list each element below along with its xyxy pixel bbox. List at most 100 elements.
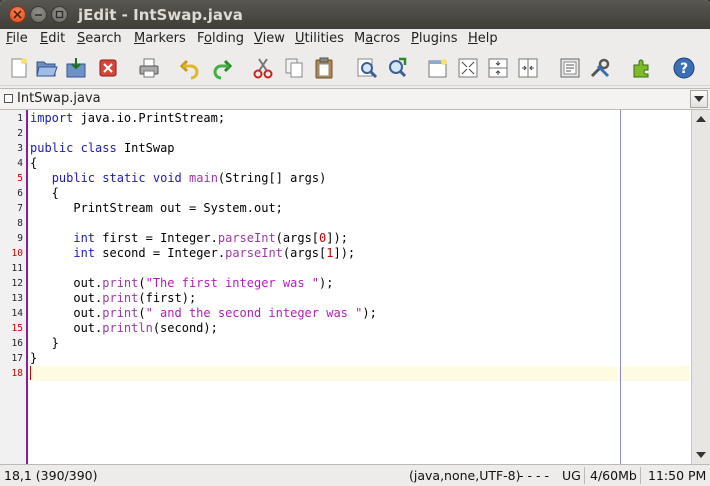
window-close-button[interactable] [9,6,26,23]
print-icon [139,58,159,78]
line-number[interactable]: 4 [0,156,23,171]
redo-button[interactable] [208,54,236,82]
global-options-button[interactable] [586,54,614,82]
find-button[interactable] [353,54,381,82]
code-line: } [30,336,59,350]
save-file-icon [66,58,86,78]
window-maximize-button[interactable] [51,6,68,23]
chevron-down-icon [694,95,704,102]
line-number[interactable]: 16 [0,336,23,351]
code-line: out.println(second); [30,321,218,335]
scroll-up-button[interactable] [693,111,709,127]
copy-icon [285,58,303,78]
menu-edit[interactable]: Edit [40,31,65,46]
buffer-flags[interactable]: - - - - [519,468,549,483]
code-line: { [30,156,38,170]
line-number[interactable]: 18 [0,366,23,381]
line-number[interactable]: 7 [0,201,23,216]
code-line: import java.io.PrintStream; [30,111,226,125]
menu-utilities[interactable]: Utilities [295,31,344,46]
open-file-icon [36,61,58,77]
vertical-scrollbar[interactable] [691,110,710,464]
title-bar: jEdit - IntSwap.java [0,0,710,29]
new-file-button[interactable] [5,54,33,82]
memory-status[interactable]: 4/60Mb [590,468,637,483]
close-file-button[interactable] [94,54,122,82]
save-file-button[interactable] [62,54,90,82]
print-button[interactable] [135,54,163,82]
menu-markers[interactable]: Markers [134,31,186,46]
line-number[interactable]: 12 [0,276,23,291]
new-view-button[interactable] [424,54,452,82]
line-number[interactable]: 5 [0,171,23,186]
line-number[interactable]: 9 [0,231,23,246]
find-next-icon [389,57,407,78]
paste-button[interactable] [310,54,338,82]
code-line: int first = Integer.parseInt(args[0]); [73,231,348,245]
window-minimize-button[interactable] [30,6,47,23]
code-line: public class IntSwap [30,141,175,155]
split-horizontal-button[interactable] [484,54,512,82]
line-number[interactable]: 2 [0,126,23,141]
menu-macros[interactable]: Macros [354,31,400,46]
line-number[interactable]: 15 [0,321,23,336]
buffer-dropdown-button[interactable] [690,90,708,108]
plugin-manager-button[interactable] [628,54,656,82]
menu-plugins[interactable]: Plugins [411,31,458,46]
line-number[interactable]: 13 [0,291,23,306]
caret-position[interactable]: 18,1 (390/390) [4,468,98,483]
buffer-switcher[interactable]: IntSwap.java [0,88,710,110]
line-number[interactable]: 3 [0,141,23,156]
open-file-button[interactable] [33,54,61,82]
cut-button[interactable] [249,54,277,82]
text-area[interactable]: import java.io.PrintStream; public class … [30,110,690,464]
menu-folding[interactable]: Folding [197,31,244,46]
line-number[interactable]: 1 [0,111,23,126]
unsplit-button[interactable] [454,54,482,82]
copy-button[interactable] [280,54,308,82]
close-file-icon [99,59,117,77]
help-button[interactable]: ? [670,54,698,82]
line-number[interactable]: 11 [0,261,23,276]
line-number[interactable]: 8 [0,216,23,231]
undo-button[interactable] [176,54,204,82]
line-number[interactable]: 14 [0,306,23,321]
line-number[interactable]: 10 [0,246,23,261]
text-editor[interactable]: 1 2 3 4 5 6 7 8 9 10 11 12 13 14 15 16 17 18 import java.… [0,110,710,464]
code-line: PrintStream out = System.out; [30,201,283,215]
find-next-button[interactable] [383,54,411,82]
line-number-gutter[interactable]: 1 2 3 4 5 6 7 8 9 10 11 12 13 14 15 16 17 18 [0,110,28,464]
undo-icon [179,59,199,80]
buffer-name: IntSwap.java [17,91,101,106]
status-separator [640,467,641,484]
buffer-options-icon [560,58,580,78]
menu-view[interactable]: View [254,31,285,46]
menu-help[interactable]: Help [468,31,498,46]
chevron-up-icon [696,115,706,122]
help-icon: ? [673,57,695,79]
current-line-highlight [30,366,690,381]
code-line: public static void main(String[] args) [51,171,327,185]
line-number[interactable]: 17 [0,351,23,366]
split-vertical-button[interactable] [514,54,542,82]
chevron-down-icon [696,451,706,458]
code-line: int second = Integer.parseInt(args[1]); [73,246,356,260]
menu-file[interactable]: File [6,31,28,46]
plugin-manager-icon [633,59,649,78]
jedit-window: jEdit - IntSwap.java File Edit Search Marke… [0,0,710,486]
svg-text:?: ? [680,61,688,77]
menu-search[interactable]: Search [77,31,122,46]
buffer-options-button[interactable] [556,54,584,82]
close-icon [13,10,22,19]
wrap-guide [620,110,621,464]
code-line: out.print(first); [30,291,197,305]
line-number[interactable]: 6 [0,186,23,201]
code-line: out.print("The first integer was "); [30,276,334,290]
new-view-icon [428,59,447,78]
global-options-icon [590,58,610,78]
buffer-mode-info[interactable]: (java,none,UTF-8) [409,468,521,483]
ug-indicator[interactable]: UG [562,468,581,483]
menu-bar: File Edit Search Markers Folding View Utilitie… [0,29,710,49]
find-icon [357,58,378,79]
scroll-down-button[interactable] [693,447,709,463]
